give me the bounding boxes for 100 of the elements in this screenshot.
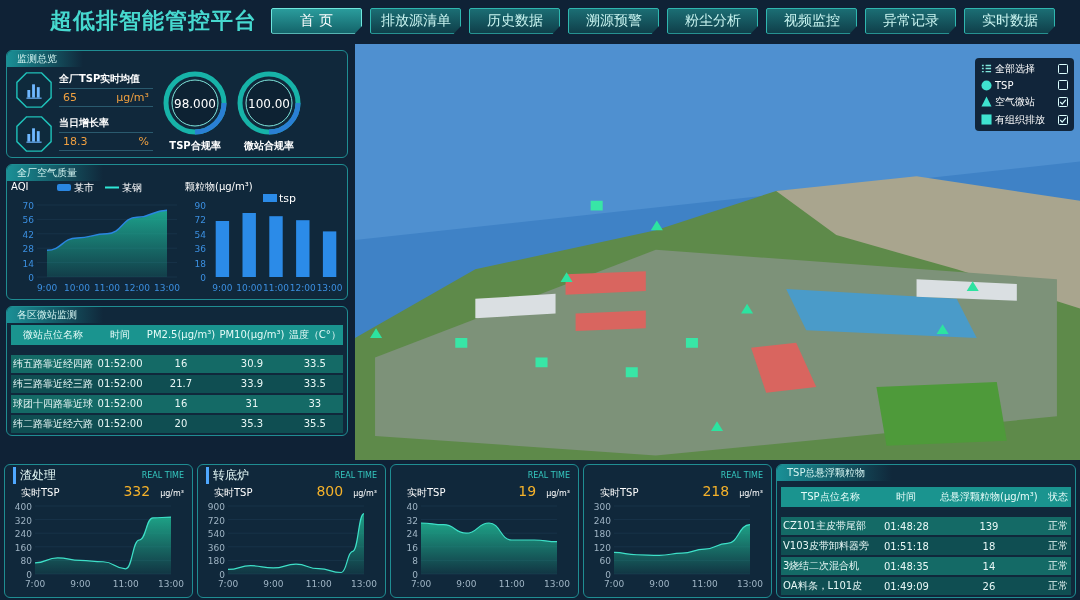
table-cell: CZ101主皮带尾部 xyxy=(781,517,880,535)
table-cell: V103皮带卸料器旁 xyxy=(781,537,880,555)
axis-tick-label: 14 xyxy=(22,258,34,269)
table-cell: 35.3 xyxy=(217,414,287,433)
reading-unit: μg/m³ xyxy=(546,489,570,498)
layer-label: 空气微站 xyxy=(995,94,1036,109)
axis-tick-label: 240 xyxy=(14,529,32,540)
axis-tick-label: 18 xyxy=(194,258,206,269)
checkbox[interactable] xyxy=(1058,96,1068,107)
panel-title: 渣处理 xyxy=(13,466,56,484)
table-cell: 纬五路靠近经四路 xyxy=(11,354,96,373)
axis-tick-label: 90 xyxy=(194,200,206,211)
nav-tab[interactable]: 排放源清单 xyxy=(370,7,461,34)
axis-tick-label: 7:00 xyxy=(410,579,432,588)
real-time-label: REAL TIME xyxy=(334,470,377,480)
bar xyxy=(215,220,230,277)
axis-tick-label: 360 xyxy=(207,542,225,553)
metric-unit: μg/m³ xyxy=(116,91,149,105)
layer-label: 有组织排放 xyxy=(995,112,1046,127)
table-cell: 正常 xyxy=(1044,557,1071,575)
axis-tick-label: 11:00 xyxy=(498,579,525,588)
column-header: 温度（C°） xyxy=(286,324,343,345)
checkbox[interactable] xyxy=(1058,80,1068,91)
layer-label: 全部选择 xyxy=(995,61,1036,76)
table-cell: 01:49:09 xyxy=(879,577,934,595)
axis-tick-label: 28 xyxy=(22,243,34,254)
table-cell: 31 xyxy=(217,394,287,413)
axis-tick-label: 540 xyxy=(207,529,225,540)
axis-tick-label: 7:00 xyxy=(217,579,239,588)
axis-tick-label: 42 xyxy=(22,229,34,240)
axis-tick-label: 160 xyxy=(14,542,32,553)
reading-unit: μg/m³ xyxy=(160,489,184,498)
nav-tab[interactable]: 历史数据 xyxy=(469,7,560,34)
axis-tick-label: 54 xyxy=(194,229,206,240)
table-cell: 30.9 xyxy=(217,354,287,373)
axis-tick-label: 9:00 xyxy=(263,579,284,588)
bar xyxy=(322,230,337,277)
axis-tick-label: 13:00 xyxy=(158,579,184,588)
axis-tick-label: 0 xyxy=(605,570,611,580)
gauge-ring xyxy=(163,71,227,135)
table-cell: 33.5 xyxy=(286,374,343,393)
table-cell: 01:52:00 xyxy=(95,374,145,393)
axis-tick-label: 180 xyxy=(207,556,225,567)
axis-tick-label: 32 xyxy=(406,515,418,526)
axis-tick-label: 320 xyxy=(14,515,32,526)
table-cell: 正常 xyxy=(1044,577,1071,595)
axis-tick-label: 80 xyxy=(20,556,32,567)
nav-tab[interactable]: 视频监控 xyxy=(766,7,857,34)
legend-swatch xyxy=(105,186,119,189)
real-time-label: REAL TIME xyxy=(141,470,184,480)
reading-value: 19 xyxy=(518,483,537,499)
checkbox[interactable] xyxy=(1058,114,1068,125)
table-cell: 01:51:18 xyxy=(879,537,934,555)
axis-tick-label: 13:00 xyxy=(351,579,377,588)
axis-tick-label: 0 xyxy=(28,272,34,283)
nav-tab[interactable]: 粉尘分析 xyxy=(667,7,758,34)
axis-tick-label: 900 xyxy=(207,502,225,512)
reading-label: 实时TSP xyxy=(407,486,447,500)
checkbox[interactable] xyxy=(1058,63,1068,74)
panel-title: 各区微站监测 xyxy=(7,306,103,323)
axis-tick-label: 13:00 xyxy=(154,282,180,293)
column-header: 总悬浮颗粒物(μg/m³) xyxy=(933,487,1045,507)
column-header: 时间 xyxy=(879,487,934,507)
axis-tick-label: 0 xyxy=(200,272,206,283)
axis-tick-label: 11:00 xyxy=(263,282,289,293)
axis-tick-label: 720 xyxy=(207,515,225,526)
axis-tick-label: 300 xyxy=(593,502,611,512)
axis-tick-label: 11:00 xyxy=(691,579,718,588)
nav-tab[interactable]: 首 页 xyxy=(271,7,362,34)
reading-unit: μg/m³ xyxy=(353,489,377,498)
table-cell: 01:52:00 xyxy=(95,414,145,433)
bar xyxy=(296,219,310,277)
nav-tab[interactable]: 溯源预警 xyxy=(568,7,659,34)
axis-tick-label: 16 xyxy=(406,542,418,553)
metric-value: 18.3 xyxy=(63,135,88,149)
nav-tab[interactable]: 实时数据 xyxy=(964,7,1055,34)
table-cell: 正常 xyxy=(1044,537,1071,555)
bar-chart-icon xyxy=(15,114,53,153)
metric-value: 65 xyxy=(63,91,77,105)
gauge-value: 100.00 xyxy=(248,96,290,111)
axis-tick-label: 12:00 xyxy=(124,282,150,293)
axis-tick-label: 10:00 xyxy=(236,282,263,293)
axis-tick-label: 72 xyxy=(194,214,206,225)
axis-tick-label: 36 xyxy=(194,243,206,254)
nav-tab[interactable]: 异常记录 xyxy=(865,7,956,34)
legend-label: 某钢 xyxy=(122,181,142,193)
axis-tick-label: 13:00 xyxy=(737,579,763,588)
column-header: TSP点位名称 xyxy=(781,487,880,507)
table-cell: OA料条，L101皮 xyxy=(781,577,880,595)
reading-label: 实时TSP xyxy=(214,486,254,500)
layer-label: TSP xyxy=(995,79,1015,91)
axis-tick-label: 0 xyxy=(412,570,418,580)
table-cell: 01:52:00 xyxy=(95,354,145,373)
reading-value: 218 xyxy=(702,483,730,499)
table-cell: 139 xyxy=(933,517,1045,535)
axis-tick-label: 240 xyxy=(593,515,611,526)
panel-title: 全厂空气质量 xyxy=(7,164,103,181)
table-cell: 正常 xyxy=(1044,517,1071,535)
bar-chart-icon xyxy=(15,70,53,109)
table-cell: 20 xyxy=(144,414,218,433)
